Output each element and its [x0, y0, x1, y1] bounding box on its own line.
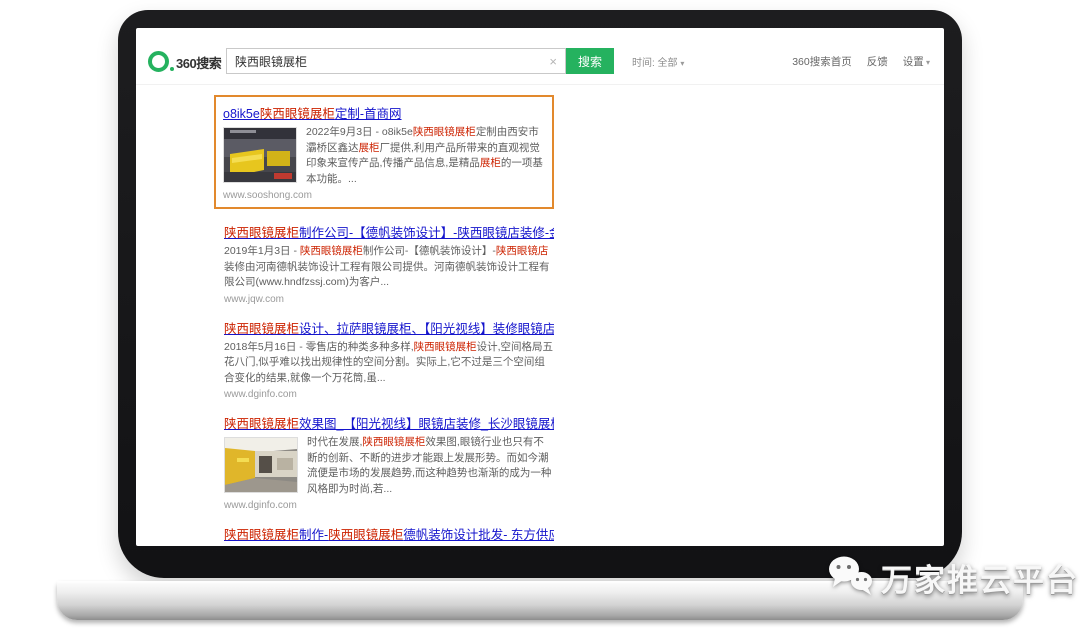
result-title-link[interactable]: o8ik5e陕西眼镜展柜定制-首商网 — [223, 103, 544, 122]
glasses-showroom-thumbnail[interactable] — [223, 127, 297, 183]
wechat-icon — [826, 554, 874, 601]
result-snippet: 2018年5月16日 - 零售店的种类多种多样,陕西眼镜展柜设计,空间格局五花八… — [224, 340, 554, 387]
highlighted-keyword: 陕西眼镜展柜 — [414, 341, 477, 353]
result-title-link[interactable]: 陕西眼镜展柜效果图_【阳光视线】眼镜店装修_长沙眼镜展柜| 东... — [224, 413, 554, 432]
result-url: www.sooshong.com — [223, 190, 544, 201]
search-result: 陕西眼镜展柜制作-陕西眼镜展柜德帆装饰设计批发- 东方供应商2019年1月4日 … — [224, 524, 554, 546]
text-segment: 定制-首商网 — [335, 107, 402, 121]
watermark: 万家推云平台 — [826, 554, 1079, 601]
result-title-link[interactable]: 陕西眼镜展柜制作公司-【德帆装饰设计】-陕西眼镜店装修-金泉网 — [224, 222, 554, 241]
text-segment: 效果图_【阳光视线】眼镜店装修_长沙眼镜展柜| 东... — [299, 417, 554, 431]
highlighted-keyword: 陕西眼镜展柜 — [260, 107, 335, 121]
text-segment: 2022年9月3日 - o8ik5e — [306, 126, 413, 138]
result-url: www.dginfo.com — [224, 500, 554, 511]
search-button[interactable]: 搜索 — [566, 48, 614, 74]
laptop-bezel: 360搜索 陕西眼镜展柜 × 搜索 时间: 全部 ▾ 360搜索首页反馈设置 ▾… — [118, 10, 962, 578]
text-segment: 2018年5月16日 - 零售店的种类多种多样, — [224, 341, 414, 353]
highlighted-keyword: 陕西眼镜展柜 — [224, 322, 299, 336]
highlighted-keyword: 陕西眼镜展柜 — [362, 436, 425, 448]
highlighted-keyword: 陕西眼镜展柜 — [328, 528, 403, 542]
top-nav-item[interactable]: 360搜索首页 — [792, 54, 852, 69]
highlighted-keyword: 展柜 — [359, 142, 380, 154]
text-segment: 设计、拉萨眼镜展柜、【阳光视线】装修眼镜店| 东... — [299, 322, 554, 336]
text-segment: o8ik5e — [223, 107, 260, 121]
search-input[interactable]: 陕西眼镜展柜 × — [226, 48, 566, 74]
time-filter-label: 时间: 全部 — [632, 58, 678, 69]
result-title-link[interactable]: 陕西眼镜展柜设计、拉萨眼镜展柜、【阳光视线】装修眼镜店| 东... — [224, 318, 554, 337]
result-url: www.dginfo.com — [224, 389, 554, 400]
search-result: 陕西眼镜展柜设计、拉萨眼镜展柜、【阳光视线】装修眼镜店| 东...2018年5月… — [224, 318, 554, 401]
text-segment: 2019年1月3日 - — [224, 245, 300, 257]
highlighted-keyword: 展柜 — [480, 157, 501, 169]
search-result: 陕西眼镜展柜制作公司-【德帆装饰设计】-陕西眼镜店装修-金泉网2019年1月3日… — [224, 222, 554, 305]
chevron-down-icon: ▾ — [924, 58, 930, 67]
highlighted-keyword: 陕西眼镜店 — [496, 245, 549, 257]
highlighted-keyword: 陕西眼镜展柜 — [224, 417, 299, 431]
highlighted-keyword: 陕西眼镜展柜 — [224, 226, 299, 240]
clear-icon[interactable]: × — [549, 54, 557, 69]
top-nav-item[interactable]: 设置 ▾ — [903, 54, 930, 69]
result-title-link[interactable]: 陕西眼镜展柜制作-陕西眼镜展柜德帆装饰设计批发- 东方供应商 — [224, 524, 554, 543]
result-url: www.jqw.com — [224, 294, 554, 305]
time-filter-dropdown[interactable]: 时间: 全部 ▾ — [632, 54, 684, 69]
eyewear-store-interior-thumbnail[interactable] — [224, 437, 298, 493]
360-logo-dot-icon — [170, 67, 174, 71]
text-segment: 德帆装饰设计批发- 东方供应商 — [403, 528, 554, 542]
laptop-mockup: 360搜索 陕西眼镜展柜 × 搜索 时间: 全部 ▾ 360搜索首页反馈设置 ▾… — [0, 0, 1080, 628]
search-result: 陕西眼镜展柜效果图_【阳光视线】眼镜店装修_长沙眼镜展柜| 东...时代在发展,… — [224, 413, 554, 511]
browser-screen: 360搜索 陕西眼镜展柜 × 搜索 时间: 全部 ▾ 360搜索首页反馈设置 ▾… — [136, 28, 944, 546]
highlighted-keyword: 陕西眼镜展柜 — [300, 245, 363, 257]
highlighted-keyword: 陕西眼镜展柜 — [413, 126, 476, 138]
search-results: o8ik5e陕西眼镜展柜定制-首商网2022年9月3日 - o8ik5e陕西眼镜… — [224, 95, 554, 546]
search-query-text: 陕西眼镜展柜 — [235, 53, 307, 70]
top-nav: 360搜索首页反馈设置 ▾ — [792, 54, 930, 69]
text-segment: 时代在发展, — [307, 436, 362, 448]
text-segment: 装修由河南德帆装饰设计工程有限公司提供。河南德帆装饰设计工程有限公司(www.h… — [224, 261, 550, 289]
chevron-down-icon: ▾ — [680, 59, 684, 68]
highlighted-keyword: 陕西眼镜展柜 — [224, 528, 299, 542]
logo-text: 360搜索 — [176, 57, 221, 70]
top-nav-item[interactable]: 反馈 — [867, 54, 888, 69]
text-segment: 制作公司-【德帆装饰设计】-陕西眼镜店装修-金泉网 — [299, 226, 554, 240]
watermark-text: 万家推云平台 — [881, 555, 1079, 600]
result-snippet: 2019年1月3日 - 陕西眼镜展柜制作公司-【德帆装饰设计】-陕西眼镜店装修由… — [224, 244, 554, 291]
search-header: 360搜索 陕西眼镜展柜 × 搜索 时间: 全部 ▾ 360搜索首页反馈设置 ▾ — [136, 28, 944, 85]
search-result-highlighted: o8ik5e陕西眼镜展柜定制-首商网2022年9月3日 - o8ik5e陕西眼镜… — [214, 95, 554, 209]
logo-360-search[interactable]: 360搜索 — [148, 51, 226, 72]
360-logo-icon — [148, 51, 169, 72]
text-segment: 制作公司-【德帆装饰设计】- — [363, 245, 496, 257]
text-segment: 制作- — [299, 528, 328, 542]
